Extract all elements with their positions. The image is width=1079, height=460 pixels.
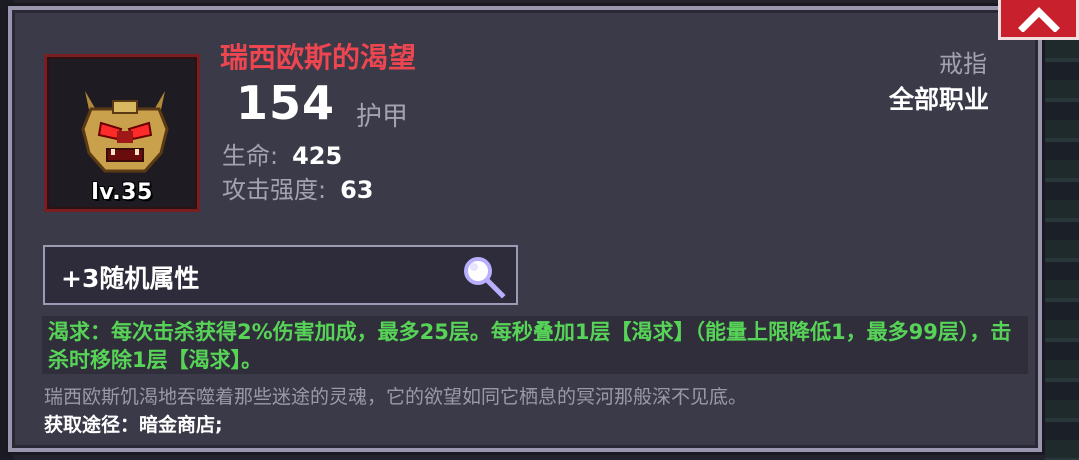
armor-value: 154 [236, 76, 336, 130]
stat-row-attack: 攻击强度: 63 [222, 170, 374, 205]
item-level: lv.35 [91, 180, 153, 205]
game-backdrop-right [1045, 0, 1079, 460]
acquisition-source: 获取途径：暗金商店; [44, 414, 223, 436]
armor-label: 护甲 [356, 102, 409, 132]
item-icon-frame[interactable]: lv.35 [44, 54, 200, 212]
stat-label: 攻击强度: [222, 176, 327, 204]
chevron-up-icon [1017, 6, 1060, 32]
lore-text: 瑞西欧斯饥渴地吞噬着那些迷途的灵魂，它的欲望如同它栖息的冥河那般深不见底。 [44, 386, 748, 408]
stat-row-health: 生命: 425 [222, 136, 342, 171]
class-restriction: 全部职业 [888, 85, 989, 114]
random-attributes-label: +3随机属性 [61, 264, 200, 293]
stat-value: 63 [340, 176, 374, 204]
stat-value: 425 [292, 142, 343, 170]
effect-description: 渴求：每次击杀获得2%伤害加成，最多25层。每秒叠加1层【渴求】（能量上限降低1… [42, 316, 1028, 374]
item-name: 瑞西欧斯的渴望 [220, 41, 417, 74]
magnifier-icon[interactable] [460, 253, 508, 301]
stat-label: 生命: [222, 142, 279, 170]
item-type: 戒指 [939, 50, 987, 78]
random-attributes-box[interactable]: +3随机属性 [43, 245, 518, 305]
demon-mask-icon [81, 91, 169, 173]
collapse-button[interactable] [998, 0, 1079, 40]
